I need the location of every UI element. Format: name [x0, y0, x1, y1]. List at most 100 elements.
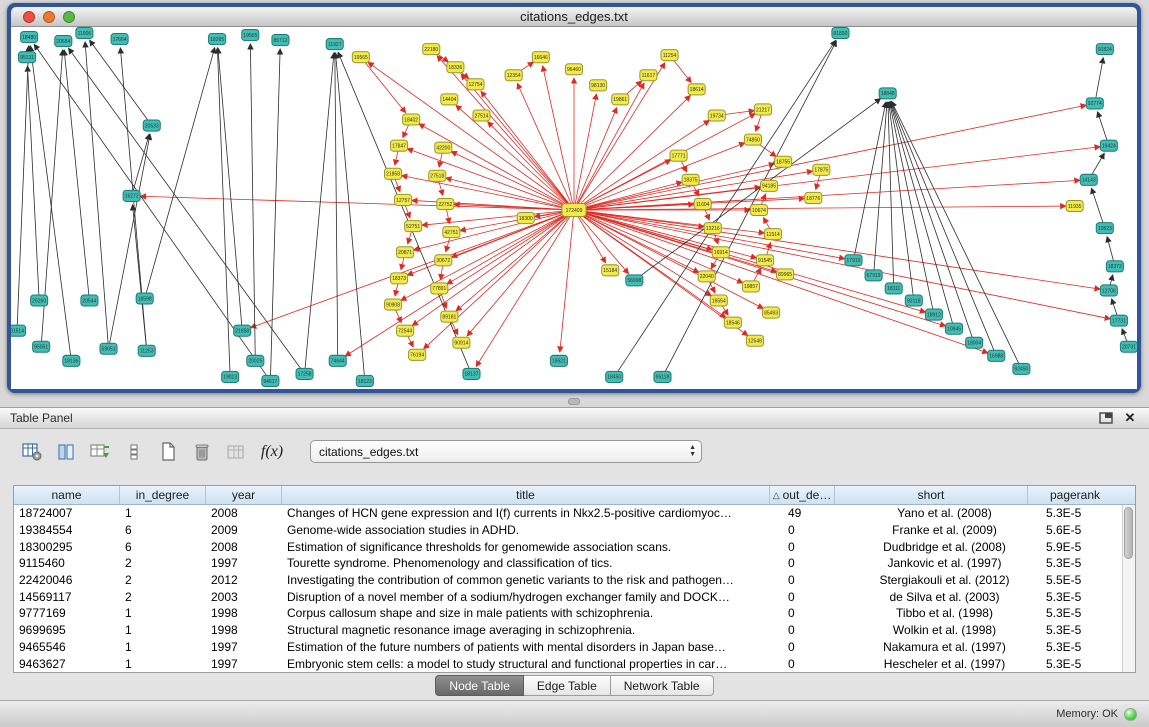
- graph-node[interactable]: 18136: [63, 355, 80, 366]
- graph-node[interactable]: 11514: [765, 229, 782, 240]
- rows-icon[interactable]: [120, 439, 148, 465]
- graph-node[interactable]: 17771: [670, 150, 687, 161]
- graph-node[interactable]: 72544: [397, 325, 414, 336]
- tab-edge-table[interactable]: Edge Table: [524, 675, 611, 696]
- graph-node[interactable]: 19861: [612, 94, 629, 105]
- graph-node[interactable]: 18450: [606, 371, 623, 382]
- graph-node[interactable]: 77891: [431, 283, 448, 294]
- graph-node[interactable]: 90908: [384, 299, 401, 310]
- columns-icon[interactable]: [52, 439, 80, 465]
- graph-node[interactable]: 10674: [750, 204, 767, 215]
- graph-node[interactable]: 94185: [760, 180, 777, 191]
- graph-node[interactable]: 18265: [209, 34, 226, 45]
- table-settings-icon[interactable]: [18, 439, 46, 465]
- table-row[interactable]: 946554611997Estimation of the future num…: [14, 639, 1135, 656]
- graph-node[interactable]: 19734: [708, 110, 725, 121]
- graph-node[interactable]: 18755: [775, 156, 792, 167]
- graph-node[interactable]: 16646: [532, 52, 549, 63]
- graph-node[interactable]: 18111: [885, 283, 902, 294]
- graph-node[interactable]: 89965: [777, 269, 794, 280]
- graph-node[interactable]: 16914: [712, 247, 729, 258]
- graph-node[interactable]: 13216: [704, 223, 721, 234]
- graph-node[interactable]: 18375: [682, 174, 699, 185]
- graph-node[interactable]: 17919: [845, 255, 862, 266]
- graph-node[interactable]: 92774: [1086, 98, 1103, 109]
- graph-node[interactable]: 11927: [326, 39, 343, 50]
- graph-node[interactable]: 21858: [234, 325, 251, 336]
- tab-node-table[interactable]: Node Table: [435, 675, 524, 696]
- graph-node[interactable]: 11617: [640, 70, 657, 81]
- graph-node[interactable]: 18598: [136, 293, 153, 304]
- graph-node[interactable]: 20871: [397, 247, 414, 258]
- function-icon[interactable]: f(x): [256, 439, 288, 465]
- column-header-pagerank[interactable]: pagerank: [1028, 486, 1122, 504]
- graph-node[interactable]: 18300: [517, 213, 534, 224]
- graph-node[interactable]: 25260: [31, 295, 48, 306]
- graph-node[interactable]: 85493: [763, 307, 780, 318]
- table-select-dropdown[interactable]: citations_edges.txt ▲▼: [310, 440, 702, 463]
- graph-node[interactable]: 74644: [329, 355, 346, 366]
- graph-node[interactable]: 12757: [395, 194, 412, 205]
- close-panel-icon[interactable]: ✕: [1121, 410, 1139, 426]
- graph-node[interactable]: 14143: [1080, 174, 1097, 185]
- column-header-in-degree[interactable]: in_degree: [120, 486, 206, 504]
- graph-node[interactable]: 95051: [33, 341, 50, 352]
- graph-node[interactable]: 59051: [100, 343, 117, 354]
- column-header-short[interactable]: short: [835, 486, 1028, 504]
- graph-node[interactable]: 19565: [242, 30, 259, 41]
- graph-node[interactable]: 17731: [1110, 315, 1127, 326]
- graph-node[interactable]: 52751: [405, 221, 422, 232]
- graph-node[interactable]: 21858: [384, 168, 401, 179]
- graph-node[interactable]: 19013: [222, 371, 239, 382]
- graph-node[interactable]: 19424: [1100, 140, 1117, 151]
- tab-network-table[interactable]: Network Table: [611, 675, 714, 696]
- graph-node[interactable]: 11604: [694, 198, 711, 209]
- graph-node[interactable]: 11254: [661, 50, 678, 61]
- table-row[interactable]: 977716911998Corpus callosum shape and si…: [14, 605, 1135, 622]
- graph-node[interactable]: 18912: [925, 309, 942, 320]
- graph-node[interactable]: 18480: [21, 32, 38, 43]
- graph-node[interactable]: 20533: [143, 120, 160, 131]
- graph-node[interactable]: 27514: [473, 110, 490, 121]
- panel-resize-handle[interactable]: [568, 398, 580, 405]
- table-row[interactable]: 1456911722003Disruption of a novel membe…: [14, 588, 1135, 605]
- scrollbar-thumb[interactable]: [1124, 507, 1133, 559]
- graph-node[interactable]: 93118: [905, 295, 922, 306]
- graph-node[interactable]: 17847: [391, 140, 408, 151]
- graph-node[interactable]: 18336: [447, 62, 464, 73]
- graph-node[interactable]: 18546: [724, 317, 741, 328]
- graph-node[interactable]: 95131: [19, 52, 36, 63]
- graph-node[interactable]: 95118: [654, 371, 671, 382]
- graph-node[interactable]: 27518: [429, 170, 446, 181]
- graph-node[interactable]: 19857: [742, 281, 759, 292]
- graph-node[interactable]: 42200: [435, 142, 452, 153]
- graph-node[interactable]: 18776: [805, 192, 822, 203]
- table-row[interactable]: 1830029562008Estimation of significance …: [14, 538, 1135, 555]
- graph-node[interactable]: 94617: [262, 375, 279, 386]
- graph-node[interactable]: 17664: [111, 34, 128, 45]
- graph-node[interactable]: 18373: [1106, 261, 1123, 272]
- table-row[interactable]: 2242004622012Investigating the contribut…: [14, 572, 1135, 589]
- new-document-icon[interactable]: [154, 439, 182, 465]
- graph-node[interactable]: 17875: [813, 164, 830, 175]
- graph-node[interactable]: 16521: [550, 355, 567, 366]
- graph-node[interactable]: 96460: [565, 64, 582, 75]
- graph-node[interactable]: 22180: [423, 44, 440, 55]
- graph-node[interactable]: 18402: [403, 114, 420, 125]
- graph-node[interactable]: 18137: [463, 368, 480, 379]
- graph-node[interactable]: 91824: [1096, 44, 1113, 55]
- column-header-title[interactable]: title: [282, 486, 770, 504]
- graph-node[interactable]: 42751: [443, 227, 460, 238]
- graph-node[interactable]: 98130: [590, 80, 607, 91]
- graph-node[interactable]: 10823: [1096, 223, 1113, 234]
- graph-node[interactable]: 18123: [356, 375, 373, 386]
- graph-node[interactable]: 74850: [744, 134, 761, 145]
- graph-node[interactable]: 20731: [1120, 341, 1137, 352]
- graph-node[interactable]: 81830: [832, 28, 849, 39]
- graph-node[interactable]: 11253: [138, 345, 155, 356]
- graph-node[interactable]: 20684: [55, 36, 72, 47]
- graph-node[interactable]: 76194: [409, 349, 426, 360]
- graph-canvas[interactable]: 1724091956522180183361275414404275141235…: [11, 27, 1137, 389]
- column-header-year[interactable]: year: [206, 486, 282, 504]
- table-scrollbar[interactable]: [1122, 505, 1135, 672]
